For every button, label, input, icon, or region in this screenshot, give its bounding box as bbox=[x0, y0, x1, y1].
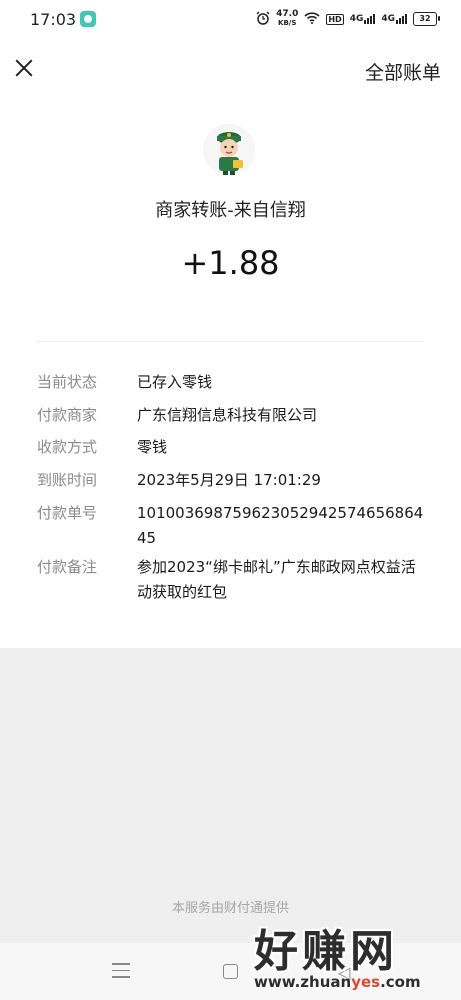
status-icons: 47.0 KB/S HD 4G 4G 32 bbox=[256, 10, 440, 28]
signal-2-label: 4G bbox=[381, 14, 395, 24]
service-provider-note: 本服务由财付通提供 bbox=[171, 901, 289, 916]
detail-value: 参加2023“绑卡邮礼”广东邮政网点权益活动获取的红包 bbox=[137, 558, 416, 601]
all-bills-link[interactable]: 全部账单 bbox=[365, 58, 441, 85]
net-speed: 47.0 KB/S bbox=[276, 10, 298, 28]
detail-label: 当前状态 bbox=[37, 373, 98, 391]
watermark-url-pre: www.zhuan bbox=[254, 973, 352, 991]
detail-row-order-no: 付款单号 10100369875962305294257465686445 bbox=[37, 501, 427, 551]
divider bbox=[37, 341, 424, 342]
detail-row-method: 收款方式 零钱 bbox=[37, 435, 427, 460]
detail-row-merchant: 付款商家 广东信翔信息科技有限公司 bbox=[37, 403, 427, 428]
detail-label: 付款备注 bbox=[37, 558, 98, 576]
status-bar: 17:03 47.0 KB/S HD 4G 4G 32 bbox=[0, 0, 461, 40]
close-icon[interactable] bbox=[12, 56, 36, 80]
transfer-detail-card: 商家转账-来自信翔 +1.88 当前状态 已存入零钱 付款商家 广东信翔信息科技… bbox=[0, 98, 461, 648]
wifi-icon bbox=[304, 11, 320, 27]
detail-row-time: 到账时间 2023年5月29日 17:01:29 bbox=[37, 468, 427, 493]
postman-avatar-icon bbox=[217, 132, 243, 175]
status-time: 17:03 bbox=[30, 10, 77, 29]
merchant-avatar bbox=[203, 124, 255, 176]
signal-1-icon: 4G bbox=[350, 14, 376, 24]
detail-value[interactable]: 10100369875962305294257465686445 bbox=[137, 501, 427, 551]
app-notification-icon bbox=[80, 11, 96, 27]
signal-2-icon: 4G bbox=[381, 14, 407, 24]
top-bar: 全部账单 bbox=[0, 40, 461, 99]
alarm-icon bbox=[256, 11, 270, 28]
watermark-logo-text: 好赚网 bbox=[254, 926, 398, 977]
detail-label: 付款商家 bbox=[37, 406, 98, 424]
transfer-title: 商家转账-来自信翔 bbox=[155, 200, 306, 221]
battery-icon: 32 bbox=[413, 12, 440, 26]
hd-icon: HD bbox=[326, 13, 344, 25]
detail-row-status: 当前状态 已存入零钱 bbox=[37, 370, 427, 395]
net-speed-unit: KB/S bbox=[278, 19, 297, 27]
net-speed-value: 47.0 bbox=[276, 9, 299, 19]
watermark-url-highlight: yes bbox=[351, 973, 381, 991]
detail-value: 广东信翔信息科技有限公司 bbox=[137, 406, 318, 424]
transfer-amount: +1.88 bbox=[181, 244, 280, 282]
watermark-url-post: .com bbox=[380, 973, 421, 991]
detail-value: 2023年5月29日 17:01:29 bbox=[137, 471, 321, 489]
site-watermark: 好赚网 www.zhuanyes.com bbox=[254, 915, 439, 991]
signal-1-label: 4G bbox=[349, 14, 364, 24]
detail-value: 零钱 bbox=[137, 438, 168, 456]
watermark-url: www.zhuanyes.com bbox=[254, 973, 439, 991]
detail-value: 已存入零钱 bbox=[137, 373, 213, 391]
menu-icon[interactable] bbox=[112, 963, 130, 979]
detail-label: 到账时间 bbox=[37, 471, 98, 489]
home-icon[interactable] bbox=[223, 964, 238, 979]
detail-label: 付款单号 bbox=[37, 504, 98, 522]
detail-row-remark: 付款备注 参加2023“绑卡邮礼”广东邮政网点权益活动获取的红包 bbox=[37, 555, 427, 605]
detail-label: 收款方式 bbox=[37, 438, 98, 456]
